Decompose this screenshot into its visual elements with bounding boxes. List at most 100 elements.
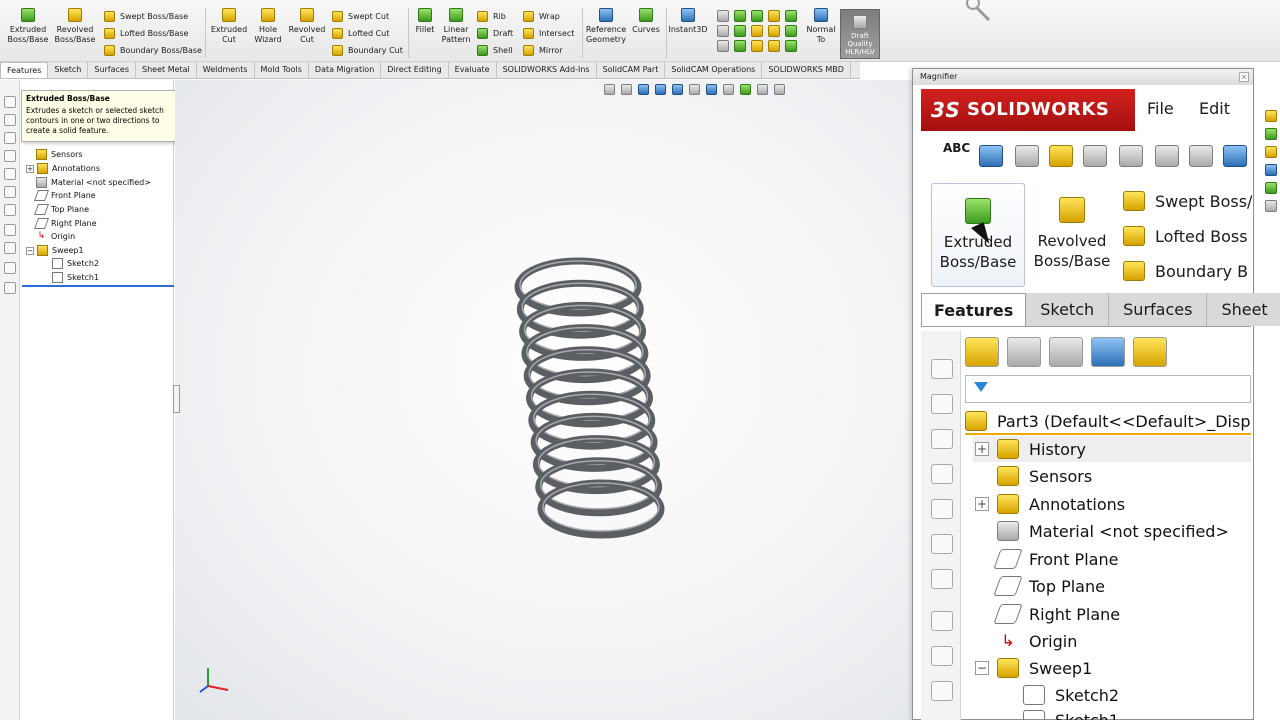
tab-sketch[interactable]: Sketch xyxy=(48,62,89,78)
view-tool-icon[interactable] xyxy=(717,40,729,52)
view-cube-icon[interactable] xyxy=(4,186,16,198)
boundary-boss-base-button[interactable]: Boundary Boss/Base xyxy=(104,45,202,56)
zoom-to-area-icon[interactable] xyxy=(621,84,632,95)
tree-item-top-plane[interactable]: Top Plane xyxy=(33,204,89,215)
magnified-boundary-boss-button[interactable]: Boundary B xyxy=(1123,261,1248,281)
magnified-swept-boss-button[interactable]: Swept Boss/ xyxy=(1123,191,1252,211)
collapse-icon[interactable]: − xyxy=(26,246,34,255)
tree-item-annotations[interactable]: + Annotations xyxy=(26,163,100,174)
view-cube-icon[interactable] xyxy=(4,114,16,126)
tree-item-annotations[interactable]: + Annotations xyxy=(975,494,1125,514)
view-cube-icon[interactable] xyxy=(931,359,953,379)
tab-features[interactable]: Features xyxy=(921,293,1027,326)
tab-sketch[interactable]: Sketch xyxy=(1026,293,1110,326)
view-tool-icon[interactable] xyxy=(768,40,780,52)
menu-file[interactable]: File xyxy=(1147,99,1174,118)
tab-sheet-metal[interactable]: Sheet xyxy=(1207,293,1280,326)
tab-surfaces[interactable]: Surfaces xyxy=(88,62,137,78)
tree-item-right-plane[interactable]: Right Plane xyxy=(33,218,97,229)
add-in-icon[interactable] xyxy=(4,262,16,274)
mirror-button[interactable]: Mirror xyxy=(523,45,563,56)
lofted-boss-base-button[interactable]: Lofted Boss/Base xyxy=(104,28,188,39)
smart-dimension-icon[interactable] xyxy=(931,646,953,666)
view-cube-icon[interactable] xyxy=(931,464,953,484)
view-tool-icon[interactable] xyxy=(734,40,746,52)
view-cube-icon[interactable] xyxy=(4,132,16,144)
task-pane-icon[interactable] xyxy=(1265,146,1277,158)
linear-pattern-button[interactable]: Linear Pattern xyxy=(440,8,472,62)
task-pane-icon[interactable] xyxy=(1265,164,1277,176)
draft-button[interactable]: Draft xyxy=(477,28,513,39)
view-cube-icon[interactable] xyxy=(931,534,953,554)
view-tool-icon[interactable] xyxy=(734,25,746,37)
view-tool-icon[interactable] xyxy=(785,10,797,22)
part-root[interactable]: Part3 (Default<<Default>_Disp xyxy=(965,411,1251,431)
panel-splitter[interactable] xyxy=(173,385,180,413)
rollback-bar[interactable] xyxy=(22,285,174,287)
swept-cut-button[interactable]: Swept Cut xyxy=(332,11,389,22)
tab-solidcam-part[interactable]: SolidCAM Part xyxy=(597,62,666,78)
magnified-lofted-boss-button[interactable]: Lofted Boss xyxy=(1123,226,1248,246)
section-view-icon[interactable] xyxy=(655,84,666,95)
tree-item-sketch1[interactable]: Sketch1 xyxy=(52,272,99,283)
view-settings-icon[interactable] xyxy=(774,84,785,95)
spell-check-button[interactable]: ABC xyxy=(943,141,970,155)
tree-item-sketch2[interactable]: Sketch2 xyxy=(52,258,99,269)
intersect-button[interactable]: Intersect xyxy=(523,28,574,39)
view-cube-icon[interactable] xyxy=(931,499,953,519)
task-pane-icon[interactable] xyxy=(1265,128,1277,140)
tab-solidcam-operations[interactable]: SolidCAM Operations xyxy=(665,62,763,78)
tab-evaluate[interactable]: Evaluate xyxy=(449,62,497,78)
spring-model[interactable] xyxy=(505,255,675,555)
instant3d-button[interactable]: Instant3D xyxy=(668,8,708,62)
feature-manager-tab-icon[interactable] xyxy=(965,337,999,367)
dimxpert-manager-tab-icon[interactable] xyxy=(1091,337,1125,367)
collapse-icon[interactable]: − xyxy=(975,661,989,675)
add-in-icon[interactable] xyxy=(931,681,953,701)
tree-item-sensors[interactable]: Sensors xyxy=(36,149,83,160)
view-tool-icon[interactable] xyxy=(751,40,763,52)
zoom-to-fit-icon[interactable] xyxy=(604,84,615,95)
dynamic-annotation-icon[interactable] xyxy=(672,84,683,95)
tree-item-origin[interactable]: ↳ Origin xyxy=(36,231,75,242)
view-tool-icon[interactable] xyxy=(751,25,763,37)
tab-features[interactable]: Features xyxy=(0,62,49,78)
view-tool-icon[interactable] xyxy=(768,10,780,22)
sigma-icon[interactable] xyxy=(1223,145,1247,167)
smart-dimension-icon[interactable] xyxy=(4,242,16,254)
tree-item-sensors[interactable]: Sensors xyxy=(997,466,1092,486)
display-manager-tab-icon[interactable] xyxy=(1133,337,1167,367)
view-orientation-icon[interactable] xyxy=(689,84,700,95)
analysis-icon[interactable] xyxy=(1119,145,1143,167)
edit-appearance-icon[interactable] xyxy=(740,84,751,95)
property-manager-tab-icon[interactable] xyxy=(1007,337,1041,367)
previous-view-icon[interactable] xyxy=(638,84,649,95)
view-cube-icon[interactable] xyxy=(4,168,16,180)
view-cube-icon[interactable] xyxy=(931,429,953,449)
task-pane-icon[interactable] xyxy=(1265,200,1277,212)
tree-item-top-plane[interactable]: Top Plane xyxy=(993,576,1105,596)
rib-button[interactable]: Rib xyxy=(477,11,506,22)
tree-item-material[interactable]: Material <not specified> xyxy=(36,177,151,188)
mass-properties-icon[interactable] xyxy=(1015,145,1039,167)
draft-quality-button[interactable]: Draft Quality HLR/HLV xyxy=(840,9,880,59)
lofted-cut-button[interactable]: Lofted Cut xyxy=(332,28,389,39)
tab-solidworks-mbd[interactable]: SOLIDWORKS MBD xyxy=(762,62,851,78)
sketch-pencil-icon[interactable] xyxy=(4,224,16,236)
tree-item-right-plane[interactable]: Right Plane xyxy=(993,604,1120,624)
tab-solidworks-add-ins[interactable]: SOLIDWORKS Add-Ins xyxy=(497,62,597,78)
task-pane-icon[interactable] xyxy=(1265,182,1277,194)
view-tool-icon[interactable] xyxy=(717,25,729,37)
expand-icon[interactable]: + xyxy=(975,442,989,456)
configuration-manager-tab-icon[interactable] xyxy=(1049,337,1083,367)
section-properties-icon[interactable] xyxy=(1049,145,1073,167)
view-tool-icon[interactable] xyxy=(734,10,746,22)
tree-item-origin[interactable]: ↳ Origin xyxy=(997,631,1077,651)
tab-mold-tools[interactable]: Mold Tools xyxy=(255,62,309,78)
revolved-boss-base-button[interactable]: Revolved Boss/Base xyxy=(54,8,96,62)
tab-data-migration[interactable]: Data Migration xyxy=(309,62,382,78)
tree-filter-input[interactable] xyxy=(965,375,1251,403)
hide-show-items-icon[interactable] xyxy=(723,84,734,95)
view-tool-icon[interactable] xyxy=(768,25,780,37)
revolved-cut-button[interactable]: Revolved Cut xyxy=(287,8,327,62)
